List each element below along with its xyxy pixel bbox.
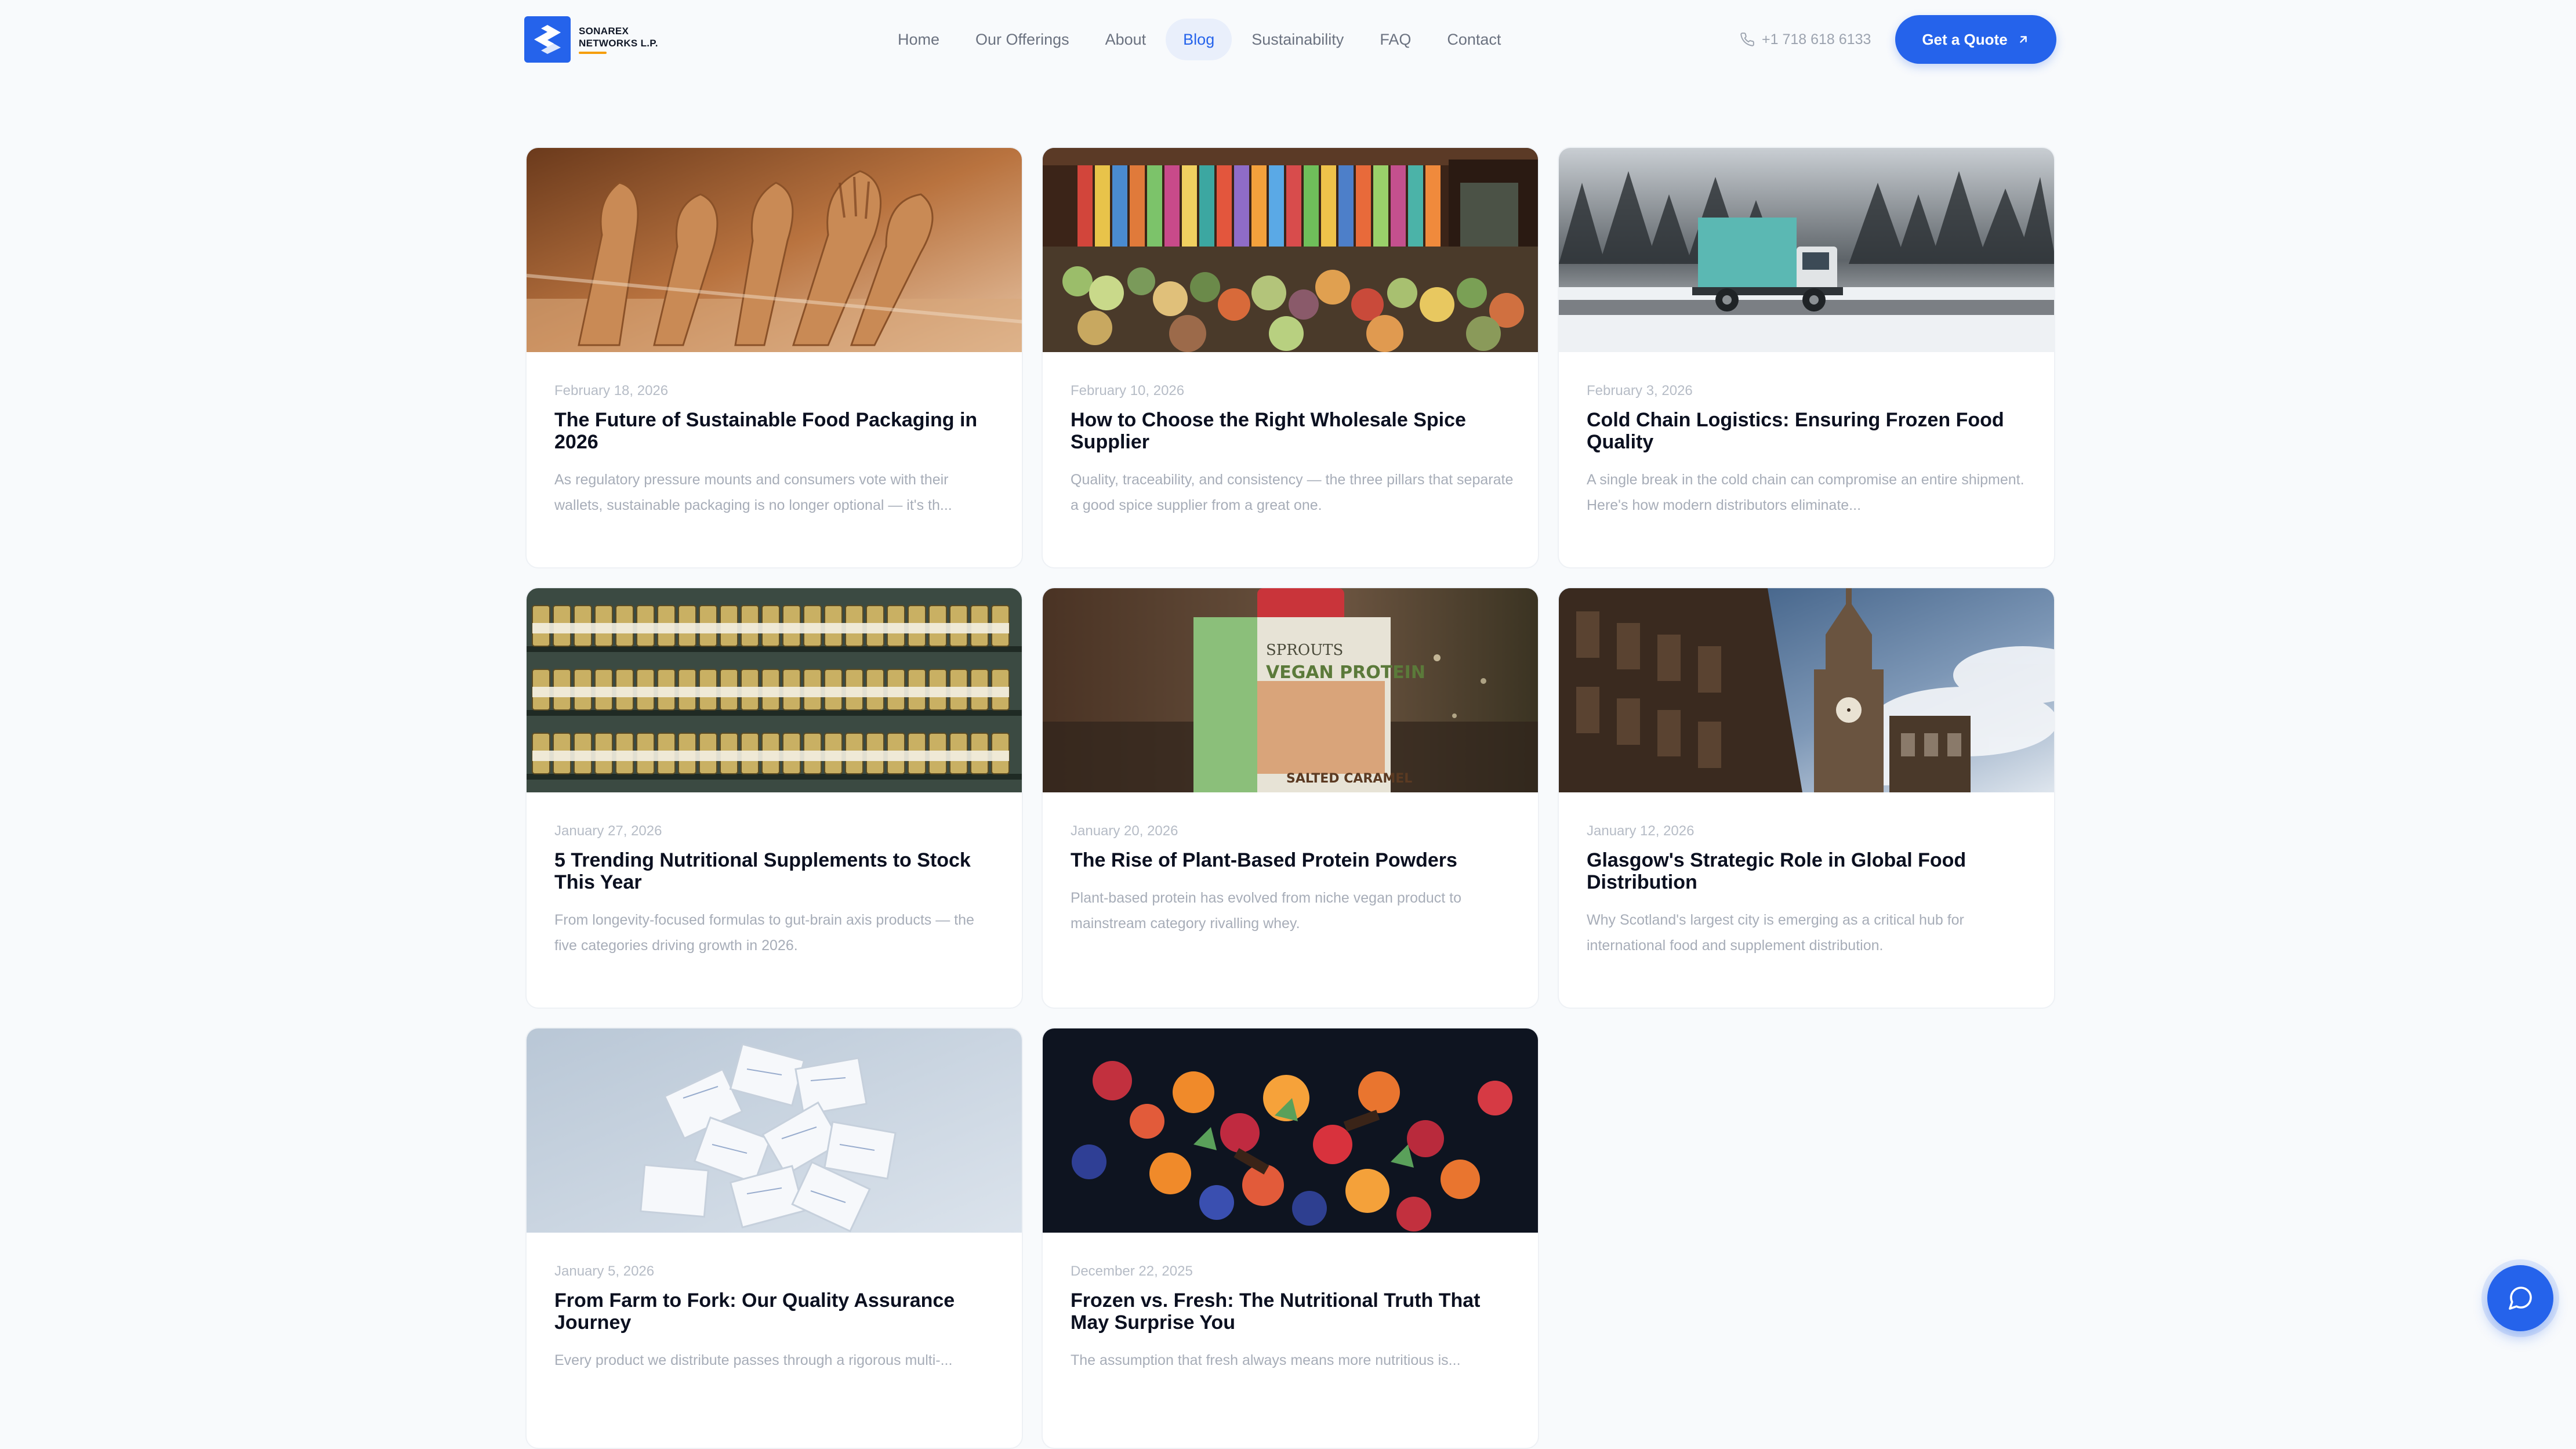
blog-card[interactable]: February 18, 2026 The Future of Sustaina…: [525, 147, 1023, 568]
blog-card-body: January 12, 2026 Glasgow's Strategic Rol…: [1587, 823, 2030, 958]
post-date: January 5, 2026: [554, 1263, 655, 1279]
nav-about[interactable]: About: [1089, 19, 1163, 60]
blog-card[interactable]: February 3, 2026 Cold Chain Logistics: E…: [1558, 147, 2055, 568]
post-date: February 18, 2026: [554, 383, 669, 399]
site-header: SONAREX NETWORKS L.P. Home Our Offerings…: [0, 0, 2576, 79]
blog-card-body: February 18, 2026 The Future of Sustaina…: [554, 382, 997, 518]
blog-card[interactable]: SPROUTS VEGAN PROTEIN SALTED CARAMEL Jan…: [1042, 587, 1539, 1009]
post-title[interactable]: Glasgow's Strategic Role in Global Food …: [1587, 849, 2030, 893]
logo-mark-icon: [524, 16, 571, 63]
arrow-up-right-icon: [2019, 36, 2027, 43]
blog-card[interactable]: January 27, 2026 5 Trending Nutritional …: [525, 587, 1023, 1009]
delivery-truck-snow-photo: [1559, 148, 2054, 352]
phone-icon: [1740, 32, 1754, 46]
post-title[interactable]: The Future of Sustainable Food Packaging…: [554, 409, 997, 453]
post-excerpt: As regulatory pressure mounts and consum…: [554, 472, 952, 513]
vegan-protein-packet-photo: SPROUTS VEGAN PROTEIN SALTED CARAMEL: [1043, 588, 1538, 792]
blog-card[interactable]: January 12, 2026 Glasgow's Strategic Rol…: [1558, 587, 2055, 1009]
post-title[interactable]: Cold Chain Logistics: Ensuring Frozen Fo…: [1587, 409, 2030, 453]
post-excerpt: Every product we distribute passes throu…: [554, 1352, 953, 1368]
blog-card-body: February 10, 2026 How to Choose the Righ…: [1071, 382, 1514, 518]
post-excerpt: Plant-based protein has evolved from nic…: [1071, 890, 1462, 932]
post-title[interactable]: 5 Trending Nutritional Supplements to St…: [554, 849, 997, 893]
desiccant-packets-photo: [527, 1028, 1022, 1233]
main-nav: Home Our Offerings About Blog Sustainabi…: [881, 16, 1521, 63]
brand-logo[interactable]: SONAREX NETWORKS L.P.: [524, 16, 658, 63]
post-date: January 27, 2026: [554, 823, 662, 839]
get-a-quote-button[interactable]: Get a Quote: [1895, 15, 2056, 64]
post-title[interactable]: The Rise of Plant-Based Protein Powders: [1071, 849, 1514, 871]
blog-card-body: January 5, 2026 From Farm to Fork: Our Q…: [554, 1263, 997, 1373]
packet-brand-text: SPROUTS: [1266, 642, 1343, 659]
get-a-quote-label: Get a Quote: [1922, 30, 2008, 48]
phone-number: +1 718 618 6133: [1762, 31, 1871, 48]
produce-market-photo: [1043, 148, 1538, 352]
nav-our-offerings[interactable]: Our Offerings: [959, 19, 1086, 60]
blog-card-body: December 22, 2025 Frozen vs. Fresh: The …: [1071, 1263, 1514, 1373]
chat-bubble-icon: [2509, 1287, 2532, 1310]
blog-card[interactable]: January 5, 2026 From Farm to Fork: Our Q…: [525, 1027, 1023, 1449]
phone-link[interactable]: +1 718 618 6133: [1740, 16, 1871, 63]
post-title[interactable]: Frozen vs. Fresh: The Nutritional Truth …: [1071, 1289, 1514, 1334]
brand-name-line1: SONAREX: [579, 26, 629, 37]
brand-underline: [579, 52, 607, 54]
blog-card-body: February 3, 2026 Cold Chain Logistics: E…: [1587, 382, 2030, 518]
blog-card-body: January 20, 2026 The Rise of Plant-Based…: [1071, 823, 1514, 936]
post-title[interactable]: How to Choose the Right Wholesale Spice …: [1071, 409, 1514, 453]
packet-product-text: VEGAN PROTEIN: [1266, 662, 1425, 683]
nav-blog[interactable]: Blog: [1166, 19, 1232, 60]
nav-sustainability[interactable]: Sustainability: [1235, 19, 1360, 60]
post-excerpt: A single break in the cold chain can com…: [1587, 472, 2024, 513]
brand-name-line2: NETWORKS L.P.: [579, 38, 658, 49]
post-excerpt: From longevity-focused formulas to gut-b…: [554, 912, 974, 954]
post-date: January 12, 2026: [1587, 823, 1695, 839]
post-excerpt: Quality, traceability, and consistency —…: [1071, 472, 1514, 513]
post-excerpt: Why Scotland's largest city is emerging …: [1587, 912, 1964, 954]
packet-flavor-text: SALTED CARAMEL: [1286, 771, 1412, 786]
post-date: February 3, 2026: [1587, 383, 1693, 399]
nav-home[interactable]: Home: [881, 19, 956, 60]
nav-faq[interactable]: FAQ: [1363, 19, 1427, 60]
blog-card[interactable]: December 22, 2025 Frozen vs. Fresh: The …: [1042, 1027, 1539, 1449]
blog-card-body: January 27, 2026 5 Trending Nutritional …: [554, 823, 997, 958]
post-excerpt: The assumption that fresh always means m…: [1071, 1352, 1461, 1368]
nav-contact[interactable]: Contact: [1431, 19, 1517, 60]
blog-card[interactable]: February 10, 2026 How to Choose the Righ…: [1042, 147, 1539, 568]
post-title[interactable]: From Farm to Fork: Our Quality Assurance…: [554, 1289, 997, 1334]
wooden-cutlery-photo: [527, 148, 1022, 352]
brand-name: SONAREX NETWORKS L.P.: [579, 25, 658, 54]
fresh-fruit-bowl-photo: [1043, 1028, 1538, 1233]
post-date: January 20, 2026: [1071, 823, 1178, 839]
glasgow-architecture-photo: [1559, 588, 2054, 792]
post-date: December 22, 2025: [1071, 1263, 1193, 1279]
post-date: February 10, 2026: [1071, 383, 1185, 399]
chat-button[interactable]: [2487, 1265, 2553, 1331]
supplement-shelves-photo: [527, 588, 1022, 792]
